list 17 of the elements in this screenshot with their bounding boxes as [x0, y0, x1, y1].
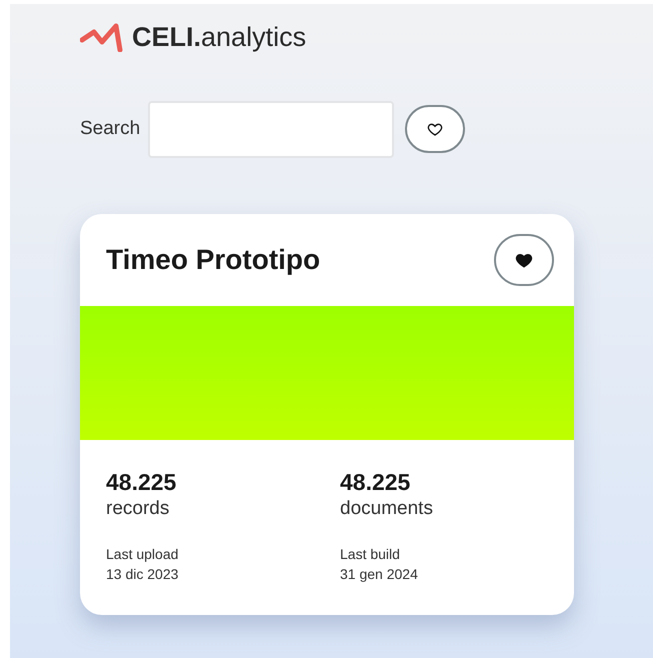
date-label: Last upload [106, 545, 180, 564]
search-label: Search [80, 116, 140, 141]
logo-text: CELI.analytics [132, 24, 306, 50]
date-value: 31 gen 2024 [340, 565, 419, 584]
favorites-filter-button[interactable] [405, 105, 466, 153]
heart-icon [427, 121, 444, 137]
stat-value: 48.225 [106, 468, 178, 496]
stat-value: 48.225 [340, 468, 412, 496]
stat-label: documents [340, 497, 434, 521]
favorite-button[interactable] [494, 234, 554, 286]
search-field[interactable] [148, 100, 394, 158]
stat-label: records [106, 497, 170, 521]
date-label: Last build [340, 545, 401, 564]
date-value: 13 dic 2023 [106, 565, 180, 584]
logo-icon [80, 22, 124, 52]
card-title: Timeo Prototipo [106, 243, 320, 277]
heart-icon [515, 251, 533, 269]
